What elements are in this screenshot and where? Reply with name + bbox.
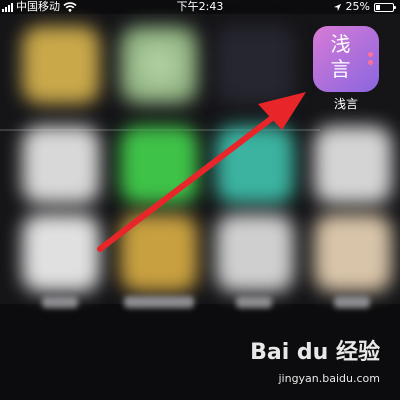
blurred-app-icon [216,214,294,292]
qianyan-app-label[interactable]: 浅言 [313,95,379,112]
battery-icon [374,2,396,12]
blurred-app-icon [314,214,392,292]
blurred-app-label [236,296,272,308]
app-icon-glyph-line-2: 言 [330,57,352,81]
blurred-app-icon [22,126,100,204]
app-icon-glyph-line-1: 浅 [330,32,352,56]
watermark-url: jingyan.baidu.com [278,372,380,385]
location-arrow-icon [333,3,341,11]
watermark-logo: Bai du 经验 [250,340,380,365]
blurred-app-label [42,296,78,308]
blurred-app-icon [22,26,100,104]
blurred-app-icon [120,126,198,204]
blurred-app-icon [22,214,100,292]
battery-fill [376,4,380,10]
blurred-app-label [124,296,194,308]
qianyan-app-icon[interactable]: 浅 言 [313,26,379,92]
battery-percent: 25% [345,0,370,13]
blurred-app-icon [216,126,294,204]
blurred-app-icon [120,214,198,292]
status-bar: 中国移动 下午2:43 25% [0,0,400,14]
baidu-jingyan-watermark: Bai du 经验 jingyan.baidu.com [250,334,380,394]
status-right: 25% [333,0,396,14]
blurred-app-icon [120,26,198,104]
app-icon-decoration [368,52,374,66]
app-icon-glyph: 浅 言 [321,32,361,82]
blurred-app-icon [216,26,294,104]
blurred-app-label [334,296,370,308]
blurred-app-icon [314,126,392,204]
